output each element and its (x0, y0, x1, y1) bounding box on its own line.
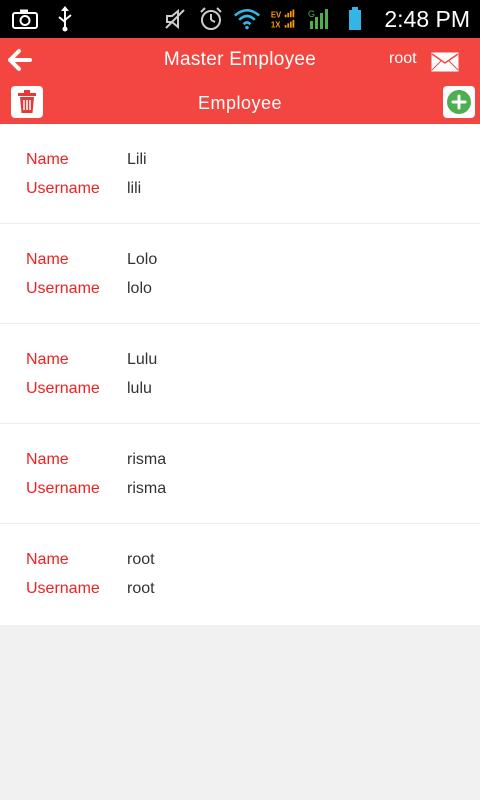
arrow-left-icon (8, 49, 32, 71)
username-label: Username (26, 380, 100, 397)
current-user-label: root (389, 50, 417, 67)
name-value: Lili (127, 151, 147, 168)
svg-text:1X: 1X (271, 21, 281, 30)
name-label: Name (26, 551, 69, 568)
status-bar: EV 1X G 2:48 PM (0, 0, 480, 38)
name-value: risma (127, 451, 167, 468)
section-title: Employee (197, 93, 283, 113)
wifi-icon (234, 6, 261, 32)
plus-circle-icon (447, 90, 471, 114)
svg-text:G: G (308, 9, 315, 19)
name-value: Lolo (127, 251, 158, 268)
username-value: lulu (127, 380, 152, 397)
username-value: lolo (127, 280, 152, 297)
svg-text:EV: EV (271, 10, 282, 19)
status-time: 2:48 PM (384, 6, 470, 32)
name-value: Lulu (127, 351, 158, 368)
back-button[interactable] (6, 47, 34, 73)
signal-icon: G (306, 6, 332, 32)
battery-icon (342, 6, 368, 32)
list-item[interactable]: Name Lili Username lili (0, 124, 480, 224)
envelope-icon (431, 52, 459, 72)
list-item[interactable]: Name risma Username risma (0, 424, 480, 524)
username-label: Username (26, 280, 100, 297)
ev-signal-icon: EV 1X (270, 6, 296, 32)
mail-button[interactable] (431, 52, 459, 72)
name-label: Name (26, 151, 69, 168)
camera-icon (12, 6, 38, 32)
list-item[interactable]: Name root Username root (0, 524, 480, 625)
alarm-icon (198, 6, 224, 32)
name-value: root (127, 551, 155, 568)
list-item[interactable]: Name Lolo Username lolo (0, 224, 480, 324)
delete-button[interactable] (11, 86, 43, 118)
trash-icon (18, 90, 36, 113)
add-employee-button[interactable] (443, 86, 475, 118)
list-item[interactable]: Name Lulu Username lulu (0, 324, 480, 424)
mute-icon (162, 6, 188, 32)
employee-list: Name Lili Username lili Name Lolo Userna… (0, 124, 480, 625)
username-label: Username (26, 480, 100, 497)
username-label: Username (26, 180, 100, 197)
app-bar: Master Employee root Employee (0, 38, 480, 124)
username-value: root (127, 580, 155, 597)
username-value: risma (127, 480, 167, 497)
usb-icon (52, 6, 78, 32)
username-label: Username (26, 580, 100, 597)
name-label: Name (26, 251, 69, 268)
username-value: lili (127, 180, 142, 197)
name-label: Name (26, 451, 69, 468)
name-label: Name (26, 351, 69, 368)
